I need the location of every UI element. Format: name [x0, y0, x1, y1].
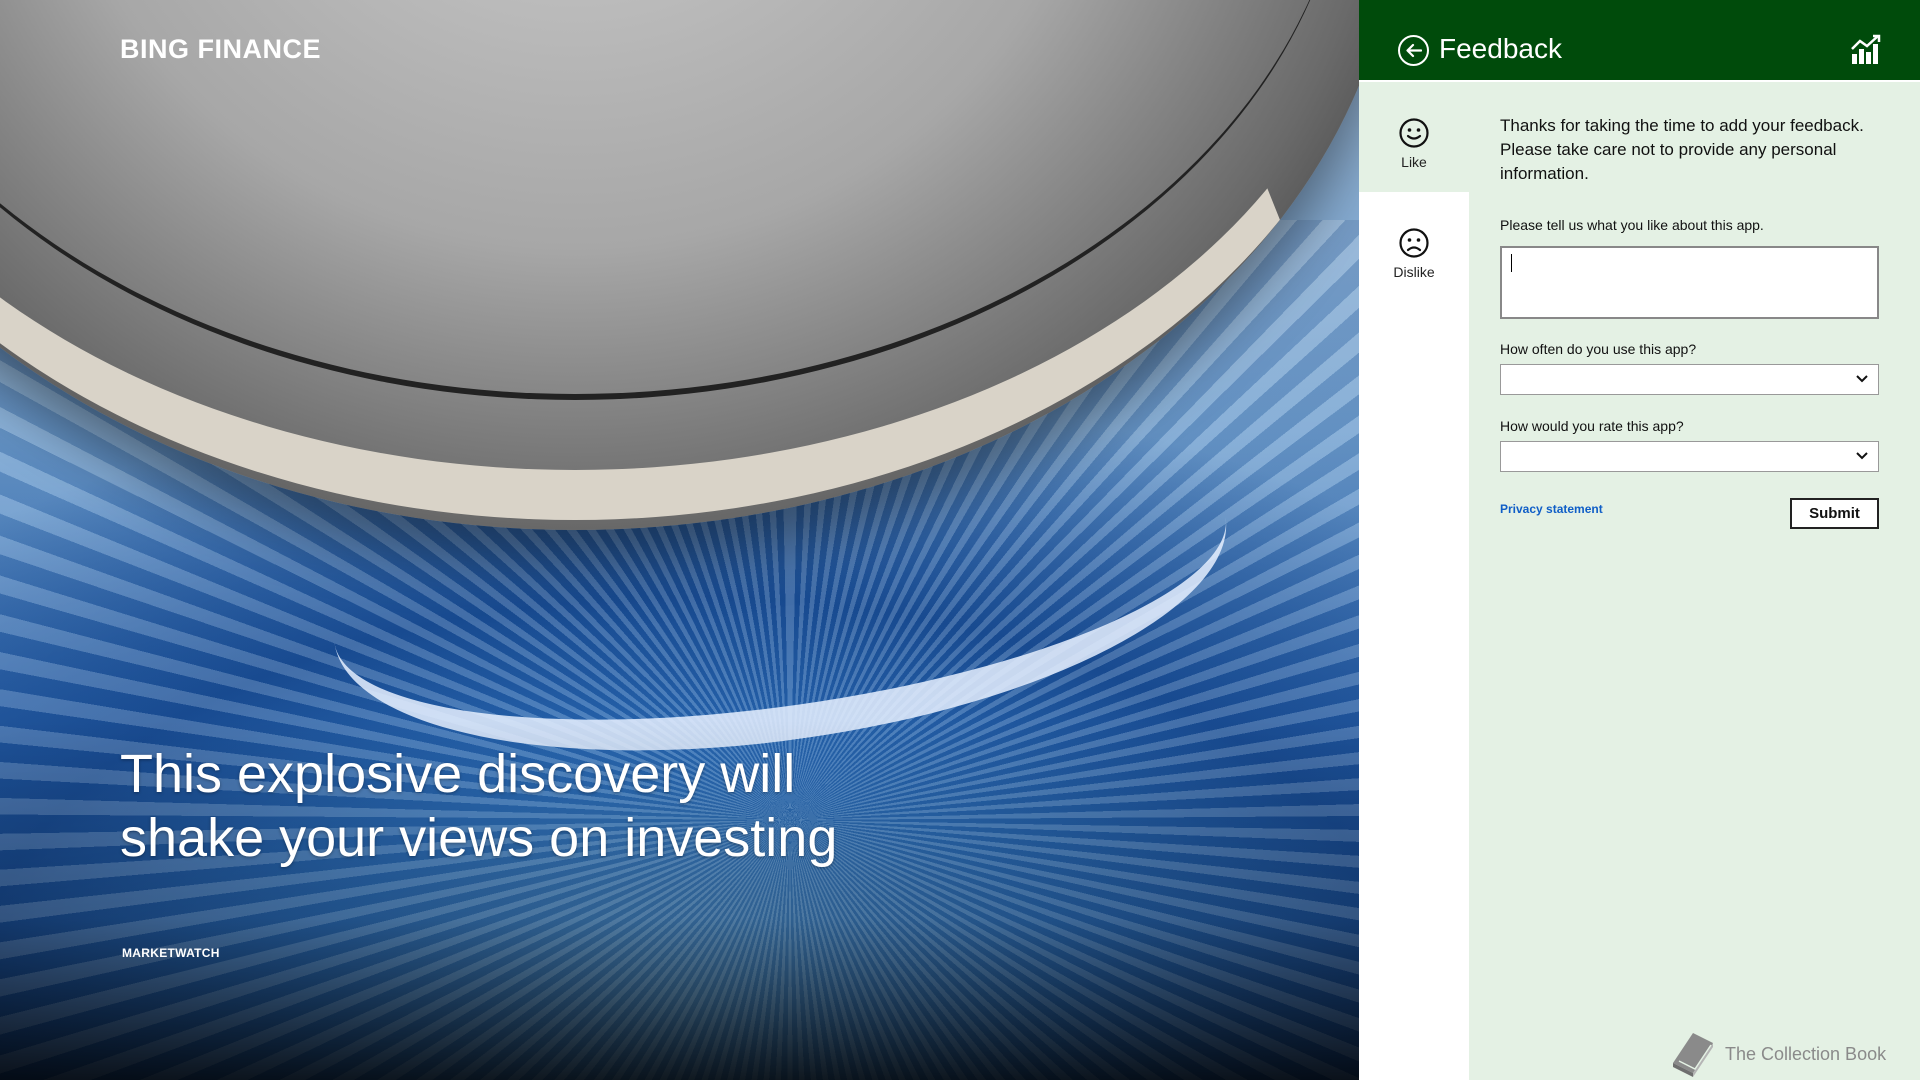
dislike-label: Dislike — [1393, 264, 1435, 280]
chevron-down-icon — [1856, 452, 1868, 460]
frequency-select[interactable] — [1500, 364, 1879, 395]
chevron-down-icon — [1856, 375, 1868, 383]
watermark: The Collection Book — [1667, 1029, 1917, 1079]
hero-article[interactable]: BING FINANCE This explosive discovery wi… — [0, 0, 1359, 1080]
text-caret — [1511, 254, 1512, 272]
app-brand: BING FINANCE — [120, 34, 321, 64]
article-headline[interactable]: This explosive discovery will shake your… — [120, 742, 860, 870]
nav-item-like[interactable]: Like — [1359, 82, 1469, 192]
nav-item-dislike[interactable]: Dislike — [1359, 192, 1469, 302]
watermark-text: The Collection Book — [1725, 1044, 1887, 1064]
submit-button[interactable]: Submit — [1790, 498, 1879, 529]
like-label: Like — [1401, 154, 1427, 170]
article-source: MARKETWATCH — [122, 946, 220, 960]
panel-header: Feedback — [1359, 0, 1920, 80]
intro-text: Thanks for taking the time to add your f… — [1500, 116, 1864, 183]
privacy-statement-link[interactable]: Privacy statement — [1500, 502, 1603, 516]
like-feedback-textarea[interactable] — [1500, 246, 1879, 319]
rating-select[interactable] — [1500, 441, 1879, 472]
finance-chart-icon — [1851, 34, 1881, 64]
feedback-type-nav: Like Dislike — [1359, 82, 1469, 1080]
panel-title: Feedback — [1439, 33, 1562, 64]
like-prompt-label: Please tell us what you like about this … — [1500, 217, 1764, 233]
frequency-label: How often do you use this app? — [1500, 341, 1697, 357]
frown-face-icon — [1399, 228, 1429, 258]
back-arrow-circle-icon[interactable] — [1398, 35, 1429, 66]
smiley-face-icon — [1399, 118, 1429, 148]
feedback-panel: Feedback Like Dislike Thanks for taking … — [1359, 0, 1920, 1080]
rating-label: How would you rate this app? — [1500, 418, 1684, 434]
book-icon — [1673, 1033, 1713, 1077]
